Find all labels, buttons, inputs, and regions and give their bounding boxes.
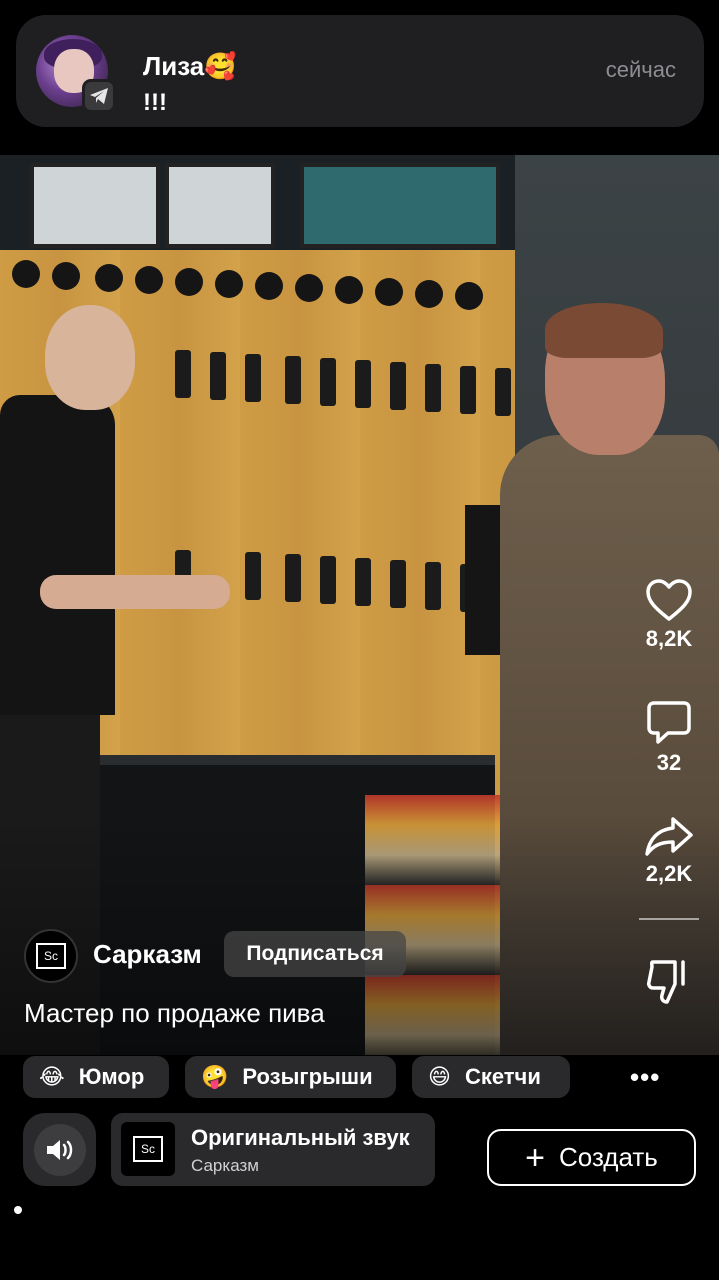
smiling-emoji-icon: 😄 [428, 1064, 451, 1089]
shares-count: 2,2K [645, 861, 693, 886]
tag-label: Скетчи [464, 1064, 541, 1089]
subscribe-button[interactable]: Подписаться [224, 931, 406, 977]
notification-message: !!! [143, 89, 167, 116]
channel-logo: Sc [36, 943, 66, 969]
audio-subtitle: Сарказм [191, 1156, 259, 1175]
channel-avatar[interactable]: Sc [24, 929, 78, 983]
comments-button[interactable]: 32 [619, 700, 719, 776]
bartender [0, 395, 115, 715]
page-indicator [14, 1206, 22, 1214]
share-icon [645, 817, 693, 856]
likes-count: 8,2K [645, 626, 693, 651]
create-button[interactable]: + Создать [487, 1129, 696, 1186]
tag-pranks[interactable]: 🤪 Розыгрыши [185, 1056, 396, 1098]
tag-humor[interactable]: 😂 Юмор [23, 1056, 169, 1098]
telegram-icon [82, 79, 116, 113]
notification-sender: Лиза🥰 [143, 51, 237, 81]
audio-thumbnail: Sc [121, 1122, 175, 1176]
notification-time: сейчас [605, 57, 676, 82]
laughing-emoji-icon: 😂 [39, 1064, 65, 1089]
tag-sketches[interactable]: 😄 Скетчи [412, 1056, 570, 1098]
comment-icon [647, 701, 691, 744]
heart-icon [646, 579, 692, 621]
tag-label: Розыгрыши [242, 1064, 373, 1089]
dislike-icon [647, 960, 685, 1004]
video-caption: Мастер по продаже пива [24, 998, 325, 1028]
audio-title: Оригинальный звук [191, 1125, 410, 1150]
speaker-icon [46, 1139, 72, 1160]
menu-screens [0, 155, 520, 265]
dislike-button[interactable] [619, 958, 719, 1006]
comments-count: 32 [656, 750, 682, 775]
more-icon[interactable]: ••• [630, 1062, 660, 1093]
plus-icon: + [525, 1138, 546, 1177]
zany-emoji-icon: 🤪 [201, 1064, 229, 1089]
sound-toggle-button[interactable] [23, 1113, 96, 1186]
create-label: Создать [559, 1142, 658, 1172]
audio-track-card[interactable]: Sc Оригинальный звук Сарказм [111, 1113, 435, 1186]
notification-banner[interactable]: Лиза🥰 !!! сейчас [16, 15, 704, 127]
share-button[interactable]: 2,2K [619, 815, 719, 887]
tag-label: Юмор [78, 1064, 145, 1089]
like-button[interactable]: 8,2K [619, 578, 719, 652]
channel-name[interactable]: Сарказм [93, 939, 202, 970]
video-player[interactable] [0, 155, 719, 1055]
